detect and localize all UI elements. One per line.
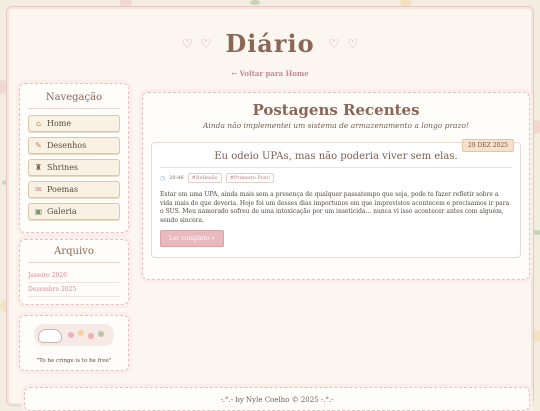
clock-icon: ◷	[160, 174, 166, 182]
house-icon: ⌂	[35, 119, 42, 128]
nav-item-label: Desenhos	[47, 141, 87, 150]
site-footer: -.°.- by Nyle Coelho © 2025 -.°.-	[24, 387, 530, 411]
scroll-icon: ✉	[35, 185, 42, 194]
navigation-panel: Navegação ⌂ Home ✎ Desenhos ♜ Shrines ✉ …	[19, 83, 129, 233]
cat-icon	[38, 329, 62, 343]
sticker-caption: "To be cringe is to be free"	[36, 358, 112, 364]
shrine-icon: ♜	[34, 163, 43, 172]
divider	[160, 167, 512, 168]
site-header: ♡ ♡ Diário ♡ ♡	[7, 29, 533, 58]
tag-reflexao[interactable]: #Reflexão	[187, 173, 222, 183]
page-container: ♡ ♡ Diário ♡ ♡ ← Voltar para Home Navega…	[6, 6, 534, 411]
archive-title: Arquivo	[54, 246, 94, 257]
archive-item-jan-2026[interactable]: Janeiro 2026	[28, 269, 120, 283]
nav-item-home[interactable]: ⌂ Home	[28, 115, 120, 132]
nav-item-label: Shrines	[47, 163, 79, 172]
nav-item-desenhos[interactable]: ✎ Desenhos	[28, 137, 120, 154]
tag-primeiro-post[interactable]: #Primeiro Post!	[225, 173, 275, 183]
nav-item-poemas[interactable]: ✉ Poemas	[28, 181, 120, 198]
heart-icon: ♡	[200, 36, 212, 51]
heart-icon: ♡	[328, 36, 340, 51]
heart-icon: ♡	[181, 36, 193, 51]
nav-item-label: Poemas	[47, 185, 79, 194]
section-subtitle: Ainda não implementei um sistema de arma…	[203, 121, 469, 130]
post-time: 20:46	[169, 175, 184, 181]
nav-item-galeria[interactable]: ▣ Galeria	[28, 203, 120, 220]
divider	[28, 262, 120, 263]
footer-text: -.°.- by Nyle Coelho © 2025 -.°.-	[220, 396, 334, 404]
post-card: 29 DEZ 2025 Eu odeio UPAs, mas não poder…	[151, 139, 521, 258]
recent-posts-panel: Postagens Recentes Ainda não implementei…	[142, 92, 530, 280]
nav-item-label: Home	[47, 119, 72, 128]
section-title: Postagens Recentes	[252, 101, 420, 119]
post-date-badge: 29 DEZ 2025	[461, 139, 514, 152]
sticker-panel: "To be cringe is to be free"	[19, 315, 129, 371]
heart-icon: ♡	[347, 36, 359, 51]
read-more-button[interactable]: Ler completo »	[160, 230, 224, 247]
archive-item-dec-2025[interactable]: Dezembro 2025	[28, 283, 120, 297]
back-home-link[interactable]: ← Voltar para Home	[7, 69, 533, 78]
nav-title: Navegação	[45, 92, 103, 103]
post-title[interactable]: Eu odeio UPAs, mas não poderia viver sem…	[152, 151, 520, 162]
palette-icon: ✎	[35, 141, 42, 150]
divider	[28, 108, 120, 109]
post-meta: ◷ 20:46 #Reflexão #Primeiro Post!	[160, 173, 512, 183]
nav-item-shrines[interactable]: ♜ Shrines	[28, 159, 120, 176]
nav-item-label: Galeria	[47, 207, 77, 216]
post-excerpt: Estar em uma UPA, ainda mais sem a prese…	[160, 191, 510, 225]
cat-sticker-image	[34, 324, 114, 346]
site-title: Diário	[225, 29, 315, 58]
picture-icon: ▣	[34, 207, 43, 216]
archive-panel: Arquivo Janeiro 2026 Dezembro 2025	[19, 239, 129, 305]
